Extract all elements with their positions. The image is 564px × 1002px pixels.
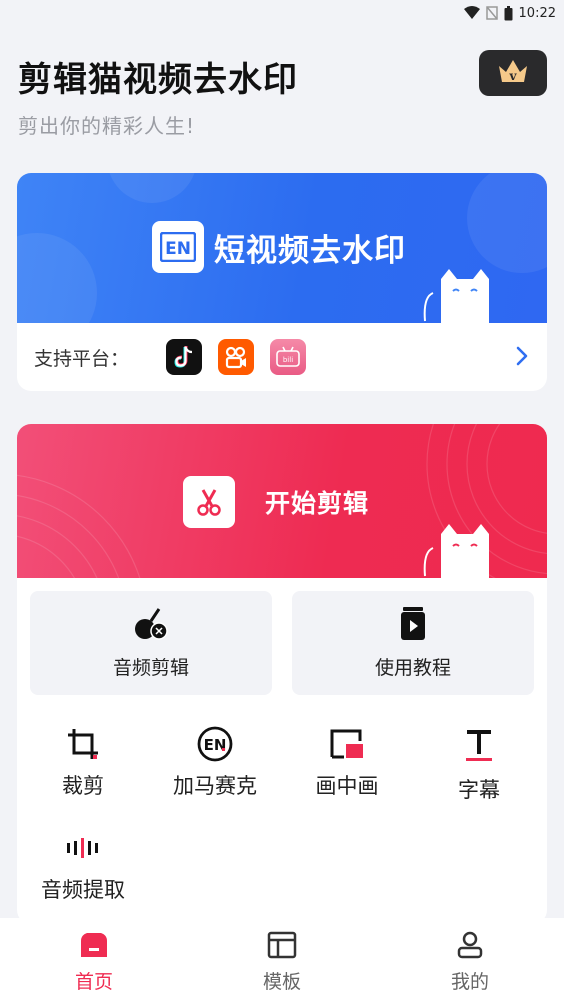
tool-subtitle[interactable]: 字幕 — [413, 724, 545, 804]
svg-text:EN: EN — [165, 239, 191, 259]
watermark-banner[interactable]: EN 短视频去水印 — [17, 173, 547, 323]
scissors-icon — [183, 476, 235, 528]
battery-icon — [504, 5, 513, 21]
chevron-right-icon[interactable] — [515, 345, 529, 371]
start-edit-title: 开始剪辑 — [265, 489, 370, 518]
vip-button[interactable]: v — [479, 50, 547, 96]
app-title: 剪辑猫视频去水印 — [18, 60, 298, 100]
nav-label: 首页 — [74, 970, 113, 993]
start-edit-banner[interactable]: 开始剪辑 — [17, 424, 547, 578]
home-icon — [79, 931, 109, 963]
profile-icon — [456, 931, 484, 963]
platform-label: 支持平台： — [34, 347, 130, 370]
crop-icon — [66, 724, 100, 764]
svg-text:v: v — [509, 69, 518, 83]
svg-text:EN: EN — [204, 736, 227, 754]
vip-crown-icon: v — [496, 56, 530, 90]
nav-template[interactable]: 模板 — [188, 918, 376, 1002]
nav-label: 我的 — [450, 970, 489, 993]
audio-extract-icon — [65, 828, 101, 868]
tool-label: 画中画 — [315, 774, 379, 798]
nav-home[interactable]: 首页 — [0, 918, 188, 1002]
audio-edit-tile[interactable]: 音频剪辑 — [30, 591, 272, 695]
svg-text:bili: bili — [283, 356, 293, 364]
picture-in-picture-icon — [330, 724, 364, 764]
watermark-banner-title: 短视频去水印 — [214, 232, 406, 269]
bottom-nav: 首页 模板 我的 — [0, 918, 564, 1002]
template-icon — [267, 931, 297, 963]
app-subtitle: 剪出你的精彩人生! — [18, 114, 196, 138]
nav-profile[interactable]: 我的 — [376, 918, 564, 1002]
no-signal-icon — [485, 6, 498, 20]
tutorial-label: 使用教程 — [374, 656, 451, 679]
tool-audio-extract[interactable]: 音频提取 — [17, 828, 149, 904]
nav-label: 模板 — [262, 970, 301, 993]
tool-label: 裁剪 — [62, 774, 104, 798]
tutorial-icon — [399, 606, 427, 645]
edit-card: 开始剪辑 音频剪辑 使用教程 裁剪 EN 加马赛克 画中画 字幕 音频提取 — [17, 424, 547, 924]
tool-picture-in-picture[interactable]: 画中画 — [281, 724, 413, 800]
watermark-logo-icon: EN — [152, 221, 204, 273]
subtitle-icon — [464, 724, 494, 764]
tool-label: 音频提取 — [41, 878, 125, 902]
clock-time: 10:22 — [518, 5, 556, 21]
kuaishou-icon — [218, 339, 254, 375]
mosaic-icon: EN — [197, 724, 233, 764]
platform-row[interactable]: 支持平台： bili — [17, 323, 547, 391]
tool-label: 字幕 — [458, 778, 500, 802]
cat-mascot-icon — [423, 524, 489, 578]
tool-mosaic[interactable]: EN 加马赛克 — [149, 724, 281, 800]
bilibili-icon: bili — [270, 339, 306, 375]
status-bar: 10:22 — [0, 0, 564, 26]
watermark-card: EN 短视频去水印 支持平台： bili — [17, 173, 547, 391]
tiktok-icon — [166, 339, 202, 375]
wifi-icon — [463, 6, 480, 20]
tool-crop[interactable]: 裁剪 — [17, 724, 149, 800]
tool-label: 加马赛克 — [173, 774, 257, 798]
tutorial-tile[interactable]: 使用教程 — [292, 591, 534, 695]
cat-mascot-icon — [423, 269, 489, 323]
audio-edit-icon — [133, 607, 169, 645]
audio-edit-label: 音频剪辑 — [112, 656, 189, 679]
